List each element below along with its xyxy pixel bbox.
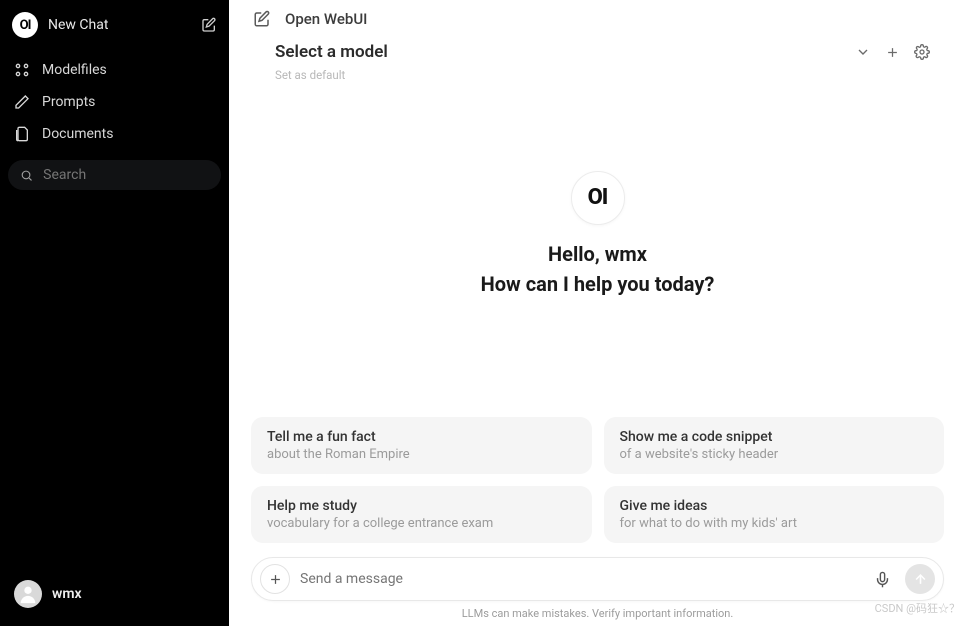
suggestion-title: Tell me a fun fact: [267, 429, 576, 445]
suggestion-card[interactable]: Give me ideas for what to do with my kid…: [604, 486, 945, 543]
sidebar-nav: Modelfiles Prompts Documents: [8, 54, 221, 150]
new-chat-label: New Chat: [48, 17, 108, 33]
compose-icon[interactable]: [201, 17, 217, 33]
sidebar-item-label: Prompts: [42, 94, 95, 110]
app-logo-icon: OI: [12, 12, 38, 38]
documents-icon: [14, 126, 30, 142]
welcome-block: OI Hello, wmx How can I help you today?: [229, 52, 966, 417]
sidebar-top: OI New Chat: [8, 12, 221, 50]
pencil-icon: [14, 94, 30, 110]
suggestion-card[interactable]: Tell me a fun fact about the Roman Empir…: [251, 417, 592, 474]
user-menu[interactable]: wmx: [8, 574, 221, 614]
app-title: Open WebUI: [285, 10, 367, 28]
sidebar-item-label: Documents: [42, 126, 113, 142]
plus-icon: [268, 572, 283, 587]
avatar: [14, 580, 42, 608]
compose-icon[interactable]: [253, 10, 271, 28]
sidebar-item-documents[interactable]: Documents: [8, 118, 221, 150]
search-field[interactable]: [8, 160, 221, 190]
message-input-bar: [251, 557, 944, 601]
mic-button[interactable]: [874, 571, 891, 588]
search-icon: [20, 168, 33, 183]
sidebar-item-label: Modelfiles: [42, 62, 107, 78]
main-area: Open WebUI Select a model Set as default…: [229, 0, 966, 626]
sidebar-item-modelfiles[interactable]: Modelfiles: [8, 54, 221, 86]
suggestion-card[interactable]: Show me a code snippet of a website's st…: [604, 417, 945, 474]
disclaimer-text: LLMs can make mistakes. Verify important…: [229, 607, 966, 626]
suggestion-title: Show me a code snippet: [620, 429, 929, 445]
suggestion-title: Help me study: [267, 498, 576, 514]
suggestion-sub: about the Roman Empire: [267, 447, 576, 462]
greeting-line: How can I help you today?: [481, 269, 715, 299]
suggestion-title: Give me ideas: [620, 498, 929, 514]
user-name-label: wmx: [52, 586, 82, 602]
sidebar-item-prompts[interactable]: Prompts: [8, 86, 221, 118]
greeting-text: Hello, wmx How can I help you today?: [481, 239, 715, 299]
sidebar: OI New Chat Modelfiles Prompts Documents…: [0, 0, 229, 626]
suggestion-sub: for what to do with my kids' art: [620, 516, 929, 531]
mic-icon: [874, 571, 891, 588]
suggestion-sub: vocabulary for a college entrance exam: [267, 516, 576, 531]
suggestion-card[interactable]: Help me study vocabulary for a college e…: [251, 486, 592, 543]
app-logo-large-icon: OI: [571, 171, 625, 225]
greeting-line: Hello, wmx: [481, 239, 715, 269]
grid-icon: [14, 62, 30, 78]
send-button[interactable]: [905, 564, 935, 594]
new-chat-button[interactable]: OI New Chat: [12, 12, 108, 38]
main-header: Open WebUI: [229, 0, 966, 34]
search-input[interactable]: [43, 167, 209, 183]
suggestion-sub: of a website's sticky header: [620, 447, 929, 462]
message-input[interactable]: [300, 571, 864, 587]
attach-button[interactable]: [260, 564, 290, 594]
suggestion-grid: Tell me a fun fact about the Roman Empir…: [229, 417, 966, 543]
arrow-up-icon: [913, 572, 928, 587]
